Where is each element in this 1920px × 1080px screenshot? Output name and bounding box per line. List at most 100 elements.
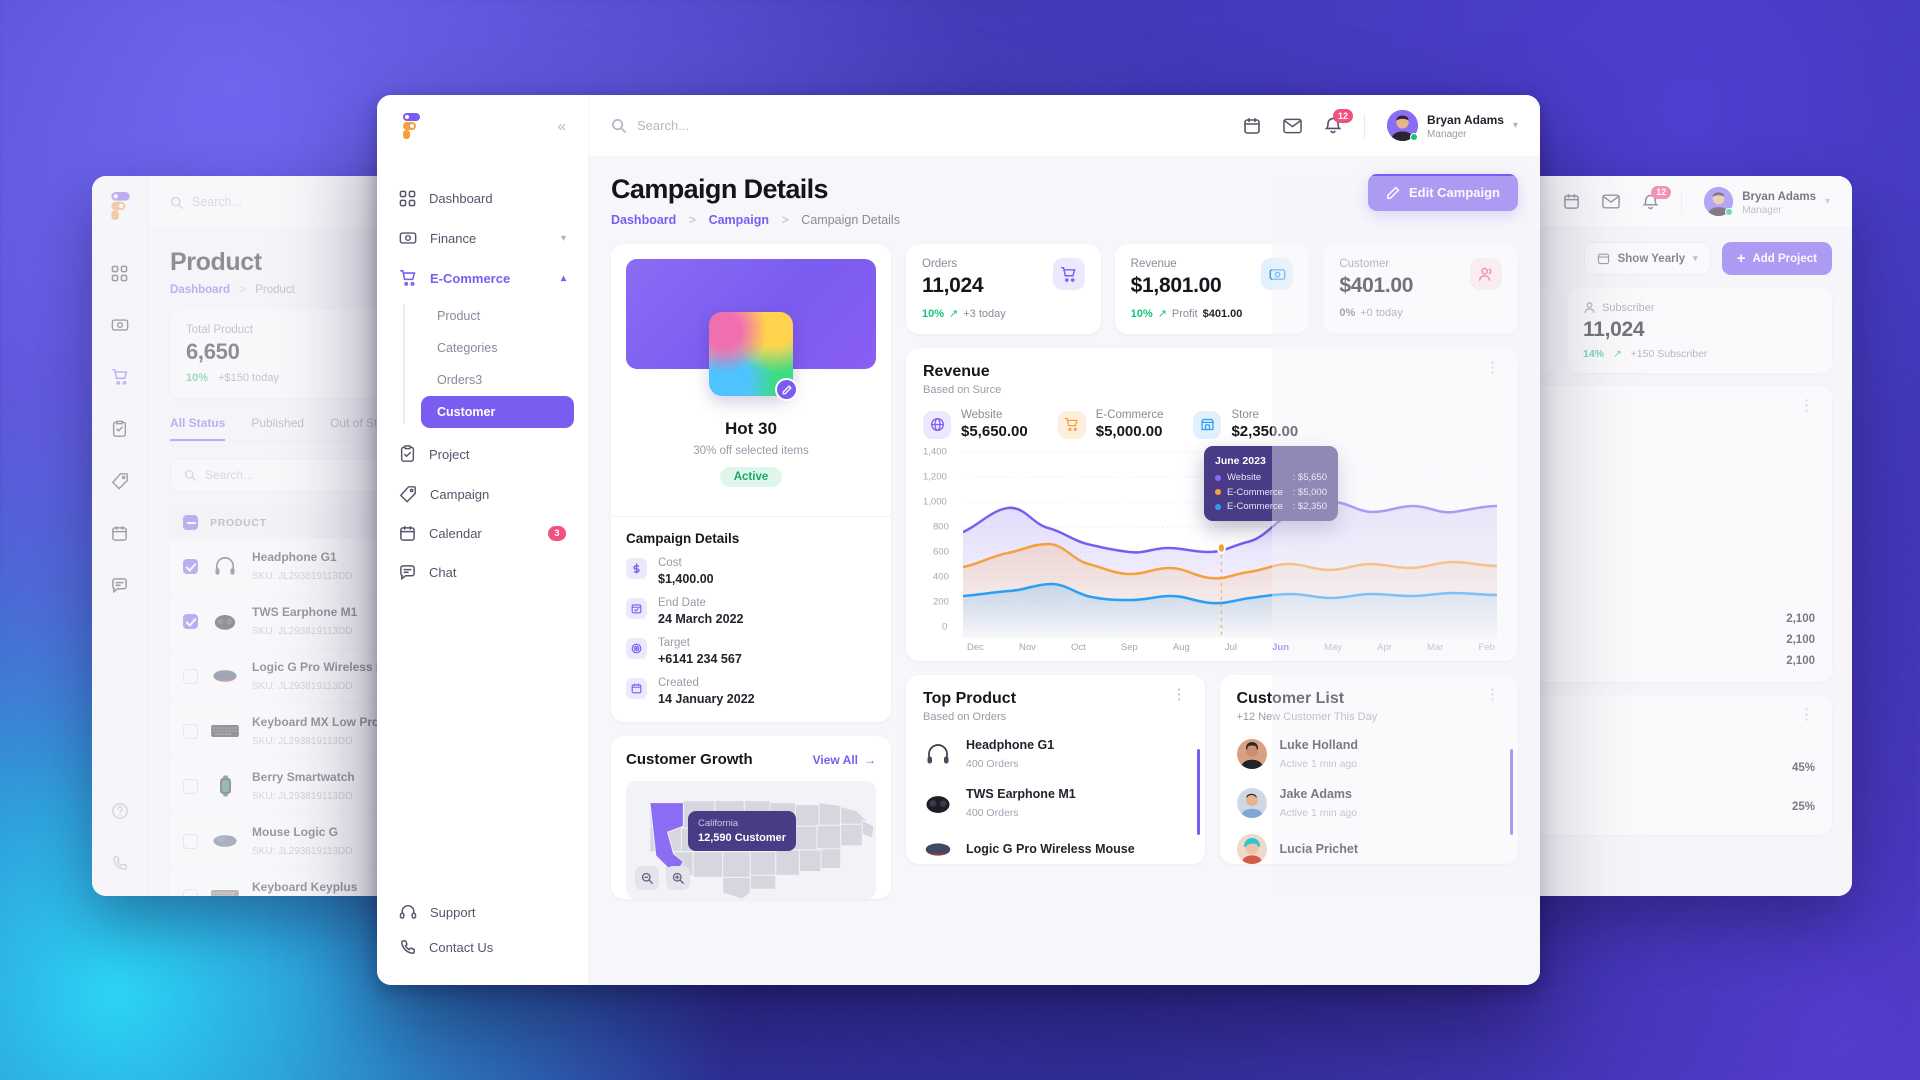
tab-all-status[interactable]: All Status <box>170 416 226 441</box>
sidebar-subitem-label: Orders <box>437 373 476 387</box>
sidebar-subitem-orders[interactable]: Orders 3 <box>421 364 574 396</box>
chevron-up-icon[interactable]: ▴ <box>561 273 566 284</box>
detail-label: Target <box>658 637 690 649</box>
list-item[interactable]: Jake Adams Active 1 min ago <box>1236 785 1502 821</box>
sidebar-item-calendar[interactable]: Calendar 3 <box>377 514 588 553</box>
rail-chat-icon[interactable] <box>101 566 139 604</box>
device-menu-icon[interactable]: ⋮ <box>1799 398 1815 412</box>
subscriber-delta-note: +150 Subscriber <box>1630 348 1708 360</box>
online-status-dot <box>1410 133 1419 141</box>
sidebar-item-contact-us[interactable]: Contact Us <box>377 930 588 965</box>
stat-value: $401.00 <box>1339 274 1414 297</box>
sidebar-brand: « <box>377 95 588 157</box>
list-item[interactable]: Luke Holland Active 1 min ago <box>1236 736 1502 772</box>
rail-phone-icon[interactable] <box>101 844 139 882</box>
sidebar-item-chat[interactable]: Chat <box>377 553 588 592</box>
rail-help-icon[interactable] <box>101 792 139 830</box>
mail-icon[interactable] <box>1283 118 1302 134</box>
edit-thumbnail-button[interactable] <box>775 378 798 401</box>
row-checkbox[interactable] <box>183 613 198 629</box>
list-item[interactable]: Headphone G1 400 Orders <box>923 736 1188 772</box>
row-checkbox[interactable] <box>183 888 198 896</box>
period-select[interactable]: Show Yearly ▾ <box>1583 242 1711 275</box>
sidebar-item-finance[interactable]: Finance ▾ <box>377 218 588 258</box>
money-icon <box>399 232 417 244</box>
add-project-label: Add Project <box>1752 252 1817 265</box>
view-all-link[interactable]: View All → <box>813 753 876 767</box>
rail-cart-icon[interactable] <box>101 358 139 396</box>
row-checkbox[interactable] <box>183 668 198 684</box>
x-tick-label: Oct <box>1071 642 1086 653</box>
sidebar-item-support[interactable]: Support <box>377 894 588 930</box>
notification-bell-icon[interactable]: 12 <box>1324 109 1354 135</box>
usa-map[interactable]: California 12,590 Customer <box>626 781 876 899</box>
sidebar-item-ecommerce[interactable]: E-Commerce ▴ <box>377 258 588 298</box>
customer-list-menu-icon[interactable]: ⋮ <box>1485 687 1501 701</box>
rail-tag-icon[interactable] <box>101 462 139 500</box>
notification-bell-icon[interactable]: 12 <box>1642 185 1672 211</box>
select-all-checkbox[interactable] <box>183 515 198 530</box>
tooltip-row: E-Commerce: $5,000 <box>1215 487 1327 498</box>
rail-grid-icon[interactable] <box>101 254 139 292</box>
scrollbar-thumb[interactable] <box>1510 749 1513 835</box>
list-item[interactable]: Lucia Prichet <box>1236 834 1502 864</box>
breadcrumb-dashboard[interactable]: Dashboard <box>611 213 676 227</box>
top-product-menu-icon[interactable]: ⋮ <box>1172 687 1188 701</box>
legend-value: 2,100 <box>1786 655 1815 667</box>
sidebar-subitem-label: Customer <box>437 405 496 419</box>
row-checkbox[interactable] <box>183 833 198 849</box>
edit-campaign-button[interactable]: Edit Campaign <box>1367 174 1518 211</box>
sidebar-item-project[interactable]: Project <box>377 434 588 474</box>
global-search-input[interactable]: Search... <box>611 118 1231 133</box>
calendar-icon[interactable] <box>1563 193 1580 210</box>
zoom-out-button[interactable] <box>635 866 659 890</box>
sidebar-item-campaign[interactable]: Campaign <box>377 474 588 514</box>
user-menu[interactable]: Bryan Adams Manager ▾ <box>1387 110 1518 141</box>
chevron-down-icon[interactable]: ▾ <box>1825 196 1830 207</box>
stat-delta-amount: $401.00 <box>1202 307 1243 320</box>
row-checkbox[interactable] <box>183 558 198 574</box>
sidebar-item-dashboard[interactable]: Dashboard <box>377 179 588 218</box>
main-topbar: Search... 12 Bryan Adams Manager ▾ <box>589 95 1540 157</box>
breadcrumb-campaign[interactable]: Campaign <box>709 213 769 227</box>
main-content-area: Search... 12 Bryan Adams Manager ▾ Campa… <box>589 95 1540 985</box>
revenue-card: Revenue Based on Surce ⋮ Website $5,650.… <box>906 348 1518 661</box>
chevron-down-icon: ▾ <box>1693 253 1698 263</box>
scrollbar-thumb[interactable] <box>1196 749 1200 835</box>
top-source-menu-icon[interactable]: ⋮ <box>1799 707 1815 721</box>
row-checkbox[interactable] <box>183 723 198 739</box>
list-item-meta: 400 Orders <box>966 758 1019 770</box>
zoom-in-button[interactable] <box>666 866 690 890</box>
sidebar-subitem-product[interactable]: Product <box>421 300 574 332</box>
rail-clipboard-icon[interactable] <box>101 410 139 448</box>
user-menu[interactable]: Bryan Adams Manager ▾ <box>1704 187 1830 216</box>
calendar-icon[interactable] <box>1243 117 1261 135</box>
product-list-search-placeholder: Search... <box>205 468 254 482</box>
list-item[interactable]: Logic G Pro Wireless Mouse <box>923 834 1188 864</box>
detail-value: 14 January 2022 <box>658 692 755 706</box>
list-item[interactable]: TWS Earphone M1 400 Orders <box>923 785 1188 821</box>
x-tick-label-active: Jun <box>1272 642 1290 653</box>
breadcrumb-current: Product <box>255 284 295 296</box>
rail-calendar-icon[interactable] <box>101 514 139 552</box>
collapse-sidebar-button[interactable]: « <box>558 118 566 135</box>
breadcrumb-dashboard[interactable]: Dashboard <box>170 284 230 296</box>
campaign-details-window[interactable]: « Dashboard Finance ▾ E-Commerce ▴ Produ… <box>377 95 1540 985</box>
mail-icon[interactable] <box>1602 194 1621 209</box>
promo-subtitle: 30% off selected items <box>693 445 809 457</box>
campaign-details-heading: Campaign Details <box>626 531 740 546</box>
y-tick-label: 400 <box>933 571 949 583</box>
row-checkbox[interactable] <box>183 778 198 794</box>
y-tick-label: 1,000 <box>923 496 947 508</box>
sidebar-subitem-categories[interactable]: Categories <box>421 332 574 364</box>
product-thumbnail <box>923 788 953 818</box>
sidebar-item-label: E-Commerce <box>430 270 511 286</box>
sidebar-subitem-customer[interactable]: Customer <box>421 396 574 428</box>
chevron-down-icon[interactable]: ▾ <box>561 233 566 244</box>
store-icon <box>1193 410 1222 439</box>
chevron-down-icon[interactable]: ▾ <box>1513 120 1518 131</box>
rail-money-icon[interactable] <box>101 306 139 344</box>
add-project-button[interactable]: + Add Project <box>1721 242 1832 275</box>
tab-published[interactable]: Published <box>251 416 304 441</box>
revenue-menu-icon[interactable]: ⋮ <box>1485 360 1501 374</box>
